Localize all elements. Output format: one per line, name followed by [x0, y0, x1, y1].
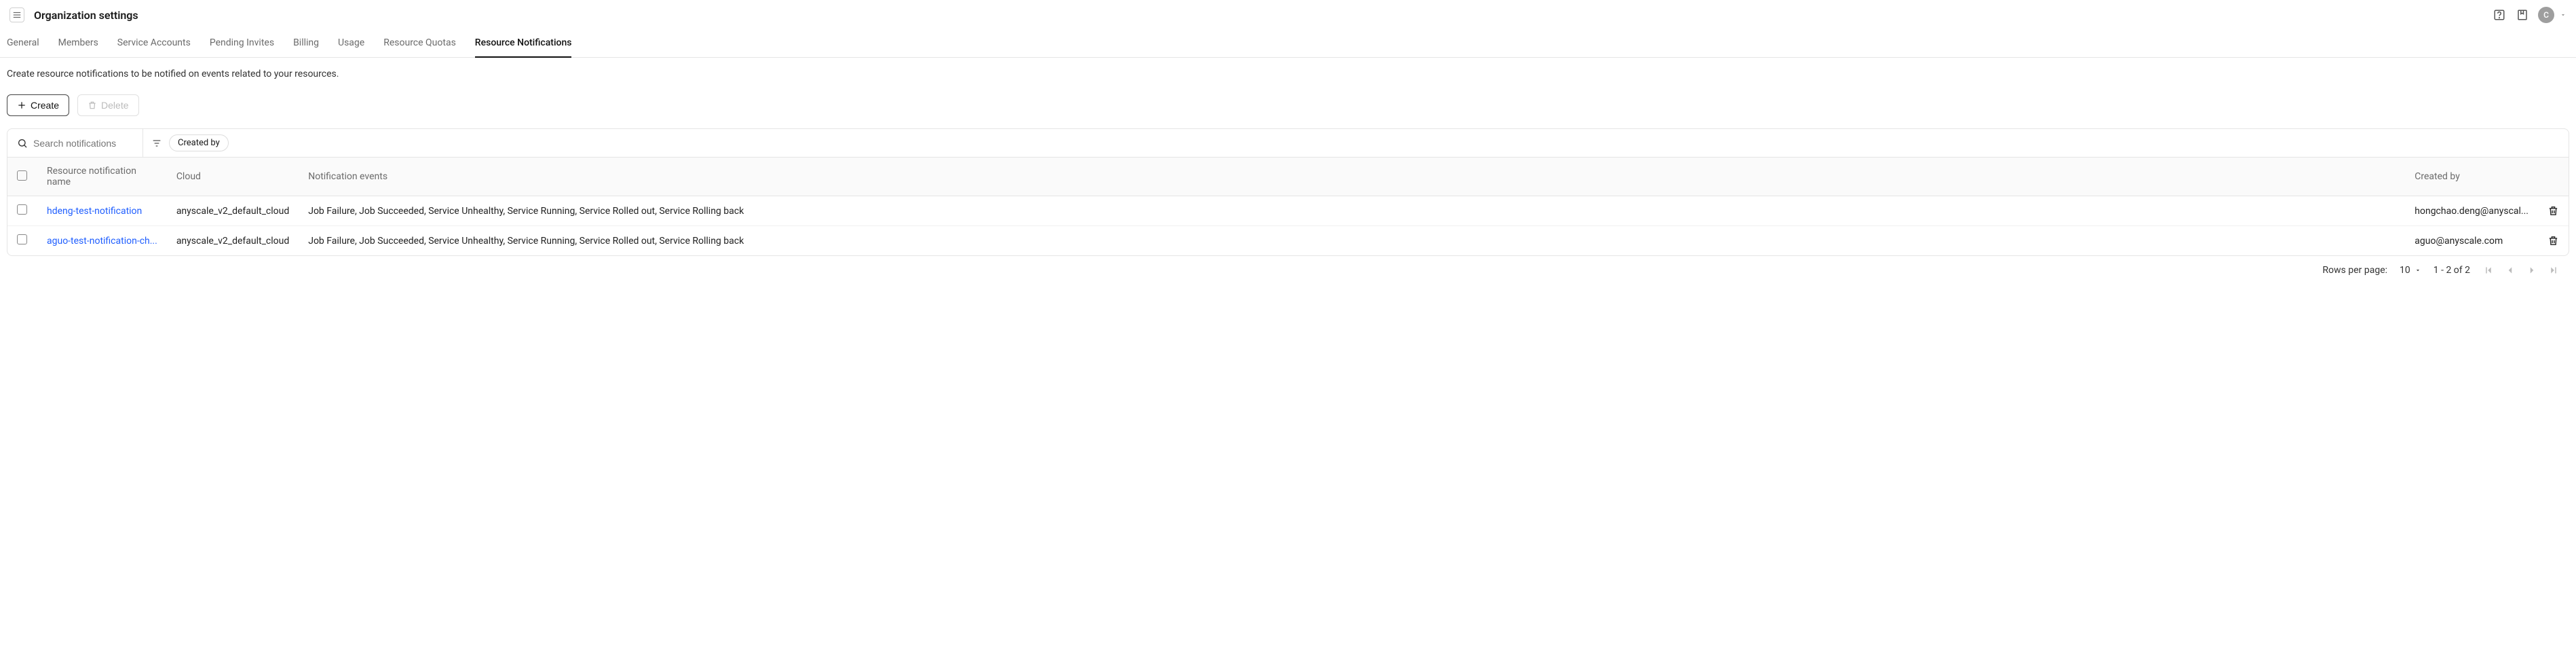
content: Create resource notifications to be noti…: [0, 58, 2576, 276]
tabs: General Members Service Accounts Pending…: [0, 31, 2576, 58]
chip-created-by[interactable]: Created by: [169, 134, 229, 151]
trash-icon: [88, 101, 97, 110]
tab-usage[interactable]: Usage: [338, 31, 364, 58]
table-toolbar: Created by: [7, 129, 2569, 157]
bookmark-icon[interactable]: [2515, 7, 2530, 22]
pagination: Rows per page: 10 1 - 2 of 2: [7, 256, 2569, 276]
filter-icon[interactable]: [151, 138, 162, 149]
select-all-checkbox[interactable]: [17, 170, 27, 181]
delete-row-icon[interactable]: [2547, 235, 2559, 247]
avatar[interactable]: C: [2538, 7, 2554, 23]
search-input[interactable]: [33, 138, 128, 149]
cell-events: Job Failure, Job Succeeded, Service Unhe…: [299, 226, 2405, 256]
tab-pending-invites[interactable]: Pending Invites: [210, 31, 274, 58]
pagination-nav: [2482, 264, 2560, 276]
rows-per-page-value: 10: [2400, 265, 2410, 276]
col-header-events: Notification events: [299, 158, 2405, 196]
cell-created-by: hongchao.deng@anyscal...: [2405, 196, 2538, 226]
action-bar: Create Delete: [7, 94, 2569, 116]
tab-general[interactable]: General: [7, 31, 39, 58]
notification-name-link[interactable]: hdeng-test-notification: [47, 206, 142, 217]
rows-per-page-select[interactable]: 10: [2400, 265, 2421, 276]
rows-per-page-label: Rows per page:: [2323, 265, 2387, 276]
dropdown-caret-icon: [2414, 267, 2421, 274]
notifications-table: Resource notification name Cloud Notific…: [7, 157, 2569, 255]
col-header-created-by: Created by: [2405, 158, 2538, 196]
menu-icon[interactable]: [10, 7, 24, 22]
delete-button-label: Delete: [101, 100, 128, 111]
page-prev-icon[interactable]: [2504, 264, 2516, 276]
delete-button: Delete: [77, 94, 138, 116]
create-button[interactable]: Create: [7, 94, 69, 116]
pagination-range: 1 - 2 of 2: [2433, 265, 2470, 276]
topbar: Organization settings C: [0, 0, 2576, 31]
col-header-cloud: Cloud: [167, 158, 299, 196]
help-icon[interactable]: [2492, 7, 2507, 22]
search-icon: [17, 138, 28, 149]
description: Create resource notifications to be noti…: [7, 69, 2569, 79]
table-row: aguo-test-notification-ch... anyscale_v2…: [7, 226, 2569, 256]
page-next-icon[interactable]: [2526, 264, 2538, 276]
topbar-right: C: [2492, 7, 2566, 23]
delete-row-icon[interactable]: [2547, 205, 2559, 217]
row-checkbox[interactable]: [17, 234, 27, 244]
table-container: Created by Resource notification name Cl…: [7, 128, 2569, 256]
filters: Created by: [143, 129, 237, 157]
create-button-label: Create: [31, 100, 59, 111]
tab-resource-quotas[interactable]: Resource Quotas: [383, 31, 456, 58]
cell-cloud: anyscale_v2_default_cloud: [167, 196, 299, 226]
topbar-left: Organization settings: [10, 7, 138, 22]
notification-name-link[interactable]: aguo-test-notification-ch...: [47, 236, 157, 247]
search-box[interactable]: [7, 129, 143, 157]
cell-created-by: aguo@anyscale.com: [2405, 226, 2538, 256]
table-row: hdeng-test-notification anyscale_v2_defa…: [7, 196, 2569, 226]
col-header-name: Resource notification name: [37, 158, 167, 196]
cell-events: Job Failure, Job Succeeded, Service Unhe…: [299, 196, 2405, 226]
page-first-icon[interactable]: [2482, 264, 2495, 276]
plus-icon: [17, 101, 26, 110]
tab-service-accounts[interactable]: Service Accounts: [117, 31, 191, 58]
row-checkbox[interactable]: [17, 204, 27, 215]
cell-cloud: anyscale_v2_default_cloud: [167, 226, 299, 256]
tab-members[interactable]: Members: [58, 31, 98, 58]
avatar-caret-icon[interactable]: [2560, 12, 2566, 18]
tab-resource-notifications[interactable]: Resource Notifications: [475, 31, 572, 58]
page-title: Organization settings: [34, 9, 138, 22]
tab-billing[interactable]: Billing: [293, 31, 319, 58]
page-last-icon[interactable]: [2547, 264, 2560, 276]
